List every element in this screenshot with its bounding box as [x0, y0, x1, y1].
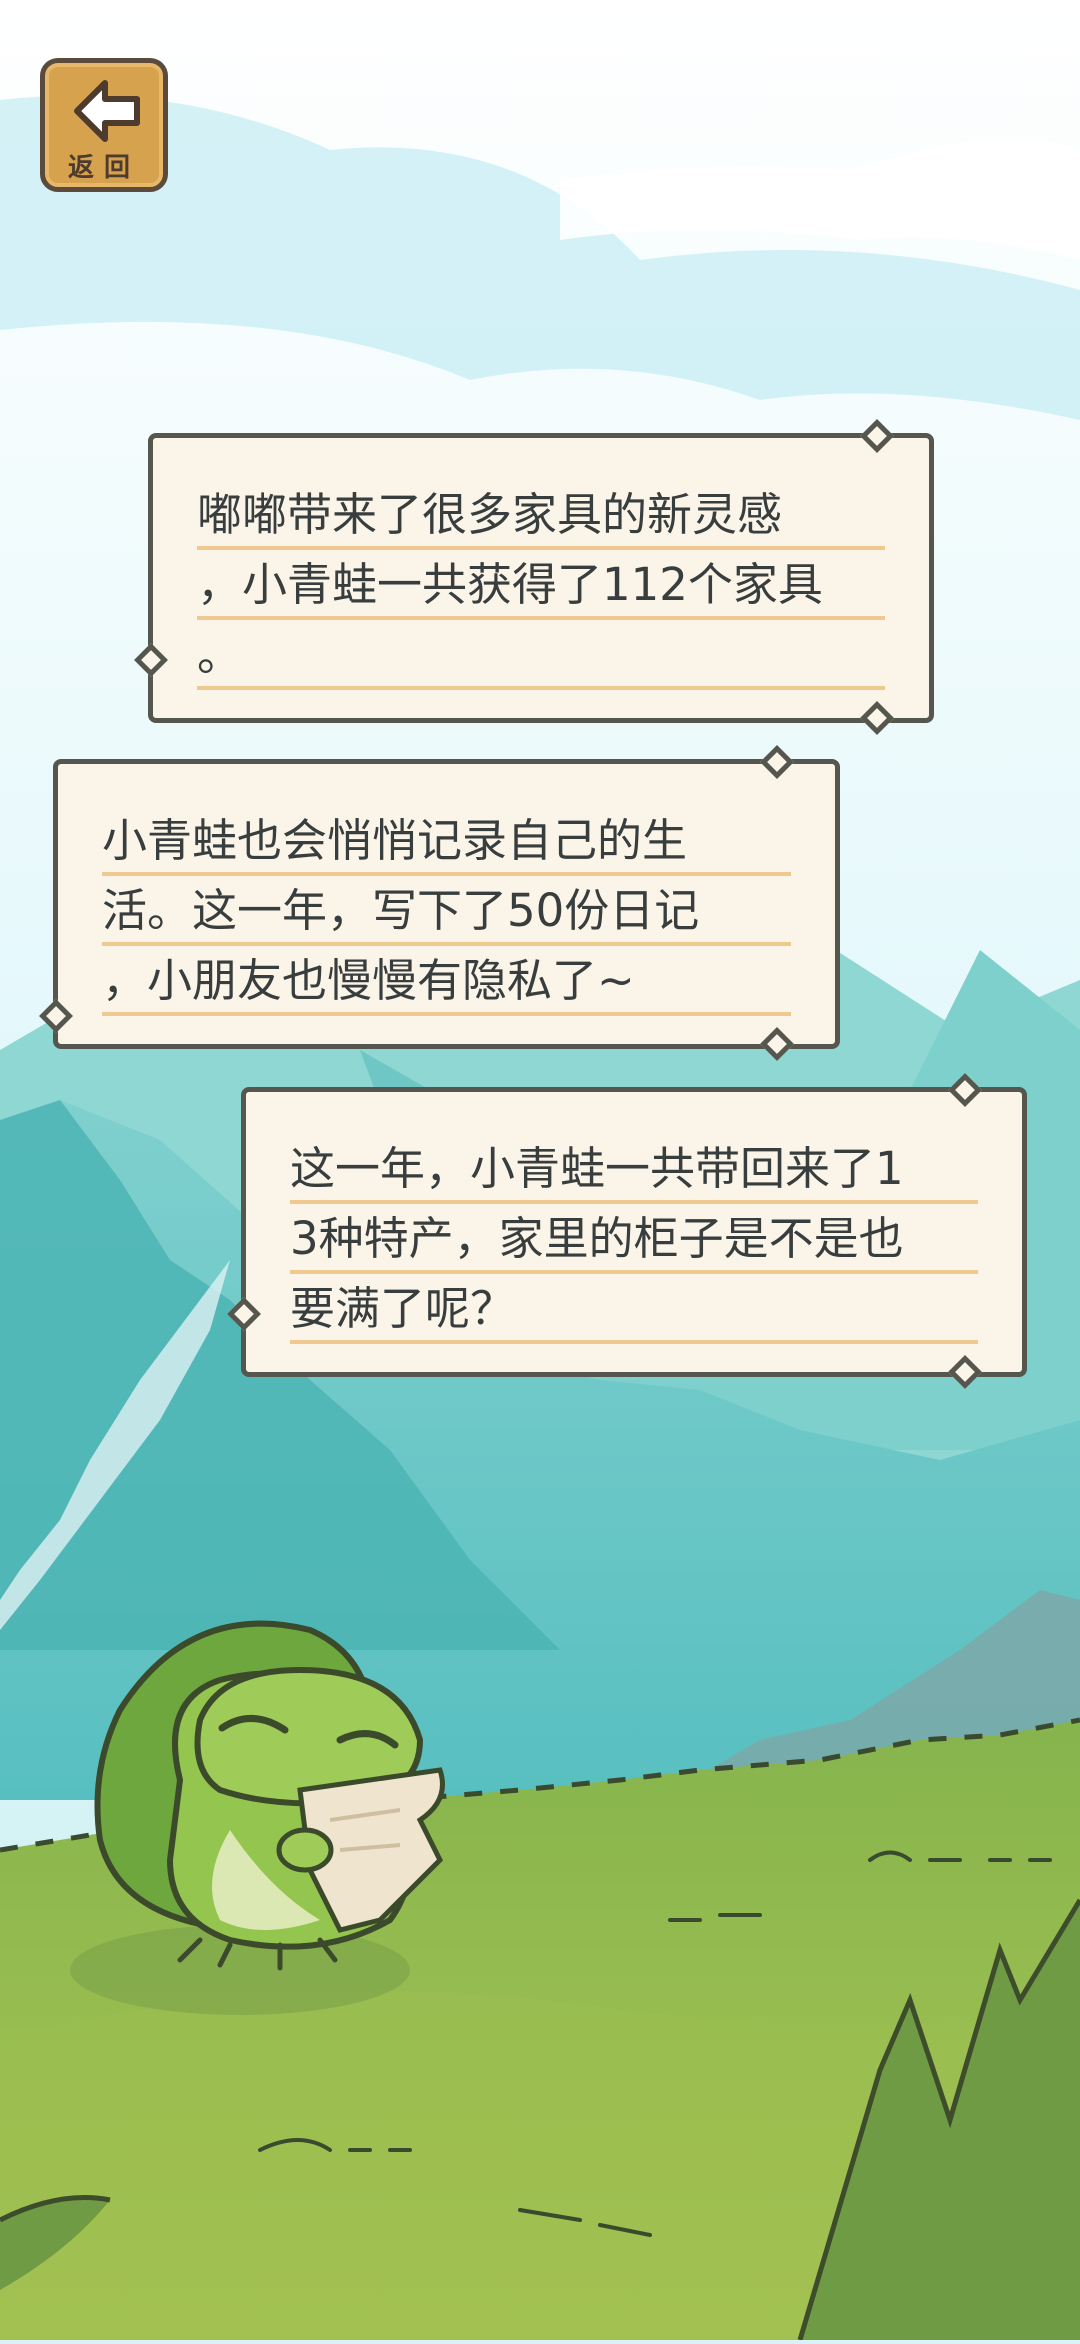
back-button-label: 返回 — [67, 153, 140, 183]
back-button[interactable]: 返回 — [40, 58, 168, 192]
message-text: 这一年，小青蛙一共带回来了1 3种特产，家里的柜子是不是也 要满了呢？ — [290, 1142, 904, 1335]
message-bubble-1: 嘟嘟带来了很多家具的新灵感 ，小青蛙一共获得了112个家具 。 — [134, 419, 934, 735]
message-bubble-3: 这一年，小青蛙一共带回来了1 3种特产，家里的柜子是不是也 要满了呢？ — [227, 1073, 1027, 1389]
message-text: 嘟嘟带来了很多家具的新灵感 ，小青蛙一共获得了112个家具 。 — [197, 488, 823, 681]
message-bubble-2: 小青蛙也会悄悄记录自己的生 活。这一年，写下了50份日记 ，小朋友也慢慢有隐私了… — [39, 745, 840, 1061]
message-text: 小青蛙也会悄悄记录自己的生 活。这一年，写下了50份日记 ，小朋友也慢慢有隐私了… — [102, 814, 700, 1007]
back-arrow-icon — [74, 80, 140, 142]
